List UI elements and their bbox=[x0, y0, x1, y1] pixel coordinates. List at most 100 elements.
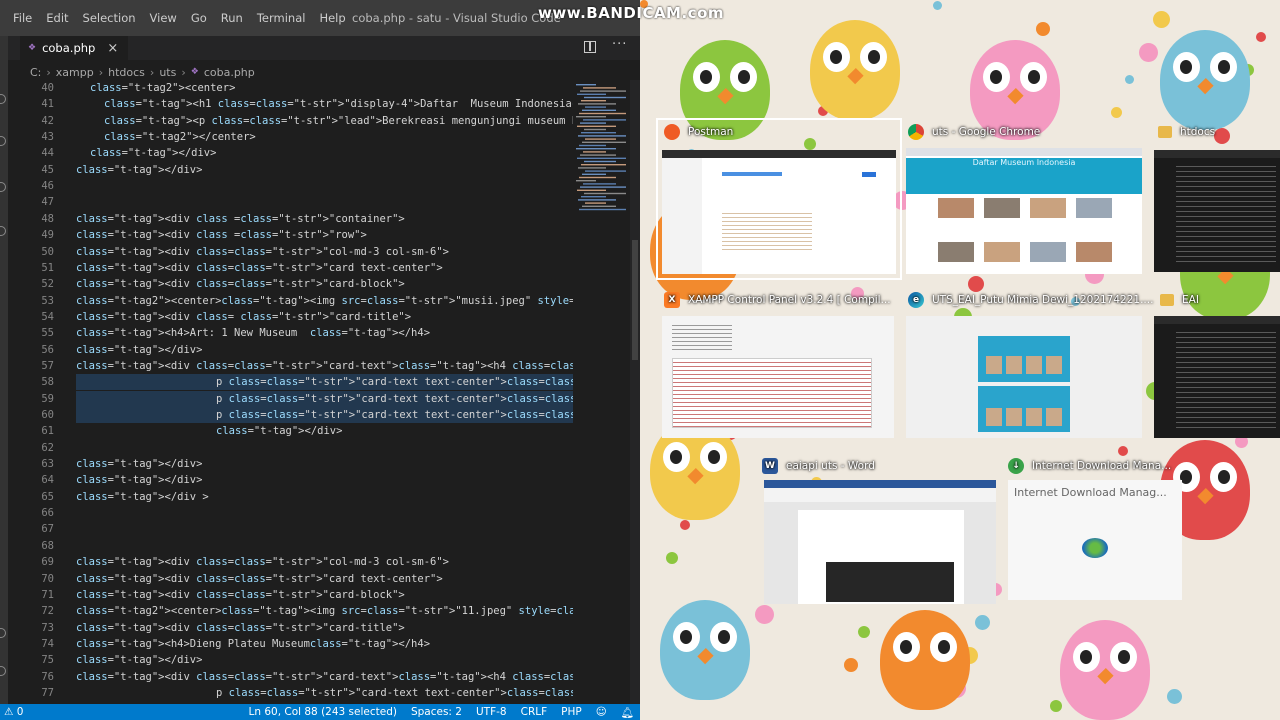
minimap-line bbox=[579, 112, 626, 115]
encoding-indicator[interactable]: UTF-8 bbox=[476, 706, 507, 718]
menu-edit[interactable]: Edit bbox=[39, 11, 75, 25]
window-htdocs[interactable]: htdocs bbox=[1152, 118, 1280, 280]
menu-selection[interactable]: Selection bbox=[76, 11, 143, 25]
code-editor[interactable]: 40 class="t-tag2"><center> 41 class="t-tag"… bbox=[8, 80, 573, 704]
code-line[interactable]: class="t-tag"><div class =class="t-str">… bbox=[76, 229, 367, 241]
idm-preview-title: Internet Download Manag... bbox=[1014, 486, 1167, 499]
minimap-line bbox=[578, 199, 616, 201]
code-line[interactable]: class="t-tag"></div > bbox=[76, 491, 209, 503]
run-icon[interactable] bbox=[0, 182, 6, 192]
more-actions-icon[interactable]: ··· bbox=[612, 37, 627, 52]
window-postman[interactable]: Postman bbox=[656, 118, 902, 280]
code-line[interactable]: class="t-tag"><h1 class=class="t-str">"d… bbox=[104, 98, 573, 110]
minimap[interactable] bbox=[574, 80, 630, 220]
window-idm[interactable]: ↓ Internet Download Mana... Internet Dow… bbox=[1006, 452, 1186, 608]
code-line[interactable]: class="t-tag"><div class=class="t-str">"… bbox=[76, 671, 573, 683]
code-line[interactable]: class="t-tag2"><center>class="t-tag"><im… bbox=[76, 295, 573, 307]
code-line[interactable]: class="t-tag"><h4>Art: 1 New Museum clas… bbox=[76, 327, 430, 339]
minimap-line bbox=[577, 189, 606, 191]
code-line[interactable]: class="t-tag"><h4>Dieng Plateu Museumcla… bbox=[76, 638, 430, 650]
breadcrumb-item[interactable]: uts bbox=[159, 66, 176, 79]
window-title-idm: Internet Download Mana... bbox=[1032, 460, 1172, 472]
language-mode[interactable]: PHP bbox=[561, 706, 582, 718]
code-line[interactable]: class="t-tag"><div class=class="t-str">"… bbox=[76, 573, 443, 585]
window-eai[interactable]: EAI bbox=[1152, 286, 1280, 442]
breadcrumb-item[interactable]: C: bbox=[30, 66, 41, 79]
breadcrumb-item[interactable]: coba.php bbox=[204, 66, 255, 79]
code-line[interactable]: class="t-tag"><p class=class="t-str">"le… bbox=[104, 115, 573, 127]
wallpaper-dot bbox=[844, 658, 858, 672]
eol-indicator[interactable]: CRLF bbox=[521, 706, 548, 718]
menu-run[interactable]: Run bbox=[214, 11, 250, 25]
code-line[interactable]: class="t-tag2"></center> bbox=[104, 131, 256, 143]
editor-scrollbar[interactable] bbox=[630, 80, 640, 704]
code-line[interactable]: class="t-tag"></div> bbox=[90, 147, 216, 159]
cursor-position[interactable]: Ln 60, Col 88 (243 selected) bbox=[248, 706, 396, 718]
menu-help[interactable]: Help bbox=[312, 11, 352, 25]
code-line[interactable]: class="t-tag"></div> bbox=[76, 164, 202, 176]
code-line[interactable]: class="t-tag"><div class=class="t-str">"… bbox=[76, 360, 573, 372]
gear-icon[interactable] bbox=[0, 666, 6, 676]
line-number: 71 bbox=[41, 588, 54, 601]
tab-coba-php[interactable]: ❖ coba.php × bbox=[20, 36, 128, 60]
code-line[interactable]: class="t-tag"></div> bbox=[76, 458, 202, 470]
menu-view[interactable]: View bbox=[143, 11, 184, 25]
code-line[interactable]: p class=class="t-str">"card-text text-ce… bbox=[216, 409, 573, 421]
museum-card bbox=[1028, 196, 1068, 236]
code-line[interactable]: class="t-tag"></div> bbox=[76, 474, 202, 486]
code-line[interactable]: class="t-tag2"><center>class="t-tag"><im… bbox=[76, 605, 573, 617]
chrome-preview-heading: Daftar Museum Indonesia bbox=[972, 158, 1076, 167]
line-number: 42 bbox=[41, 114, 54, 127]
minimap-line bbox=[583, 87, 616, 89]
code-line[interactable]: class="t-tag"></div> bbox=[76, 654, 202, 666]
code-line[interactable]: class="t-tag"></div> bbox=[216, 425, 342, 437]
code-line[interactable]: p class=class="t-str">"card-text text-ce… bbox=[216, 376, 573, 388]
close-tab-button[interactable]: × bbox=[107, 41, 118, 56]
word-thumbnail bbox=[764, 480, 996, 604]
window-chrome[interactable]: uts - Google Chrome Daftar Museum Indone… bbox=[902, 118, 1148, 280]
account-icon[interactable] bbox=[0, 628, 6, 638]
code-line[interactable]: class="t-tag"><div class= class="t-str">… bbox=[76, 311, 411, 323]
code-line[interactable]: class="t-tag"><div class=class="t-str">"… bbox=[76, 278, 405, 290]
breadcrumb-item[interactable]: htdocs bbox=[108, 66, 145, 79]
minimap-line bbox=[576, 84, 596, 86]
extensions-icon[interactable] bbox=[0, 226, 6, 236]
problems-indicator[interactable]: ⚠ 0 bbox=[4, 706, 23, 718]
split-editor-icon[interactable] bbox=[584, 41, 596, 53]
code-line[interactable]: class="t-tag"><div class=class="t-str">"… bbox=[76, 262, 443, 274]
notifications-icon[interactable]: 🔔︎ bbox=[621, 706, 634, 719]
search-icon[interactable] bbox=[0, 94, 6, 104]
line-number: 69 bbox=[41, 556, 54, 569]
breadcrumb-separator-icon: › bbox=[98, 65, 104, 79]
code-line[interactable]: class="t-tag"><div class =class="t-str">… bbox=[76, 213, 405, 225]
minimap-line bbox=[582, 141, 626, 143]
minimap-line bbox=[576, 148, 616, 150]
line-number: 43 bbox=[41, 131, 54, 144]
window-uts-eai[interactable]: e UTS_EAI_Putu Mimia Dewi_1202174221.... bbox=[902, 286, 1153, 442]
window-xampp[interactable]: X XAMPP Control Panel v3.2.4 [ Compil... bbox=[656, 286, 902, 442]
code-line[interactable]: class="t-tag"><div class=class="t-str">"… bbox=[76, 622, 405, 634]
code-line[interactable]: class="t-tag"><div class=class="t-str">"… bbox=[76, 589, 405, 601]
task-view: Postman uts - Google Chrome Daftar Museu… bbox=[640, 0, 1280, 720]
scrollbar-thumb[interactable] bbox=[632, 240, 638, 360]
code-line[interactable]: p class=class="t-str">"card-text text-ce… bbox=[216, 687, 573, 699]
feedback-icon[interactable]: ☺ bbox=[596, 706, 607, 718]
indentation-indicator[interactable]: Spaces: 2 bbox=[411, 706, 462, 718]
menu-file[interactable]: File bbox=[6, 11, 39, 25]
code-line[interactable]: class="t-tag"></div> bbox=[76, 344, 202, 356]
code-line[interactable]: p class=class="t-str">"card-text text-ce… bbox=[216, 393, 573, 405]
menu-terminal[interactable]: Terminal bbox=[250, 11, 313, 25]
code-line[interactable]: class="t-tag2"><center> bbox=[90, 82, 235, 94]
line-number: 52 bbox=[41, 278, 54, 291]
minimap-line bbox=[585, 106, 606, 108]
breadcrumb-separator-icon: › bbox=[46, 65, 51, 79]
wallpaper-dot bbox=[1153, 11, 1170, 28]
breadcrumb-item[interactable]: xampp bbox=[56, 66, 94, 79]
code-line[interactable]: class="t-tag"><div class=class="t-str">"… bbox=[76, 556, 449, 568]
window-word[interactable]: W eaiapi uts - Word bbox=[760, 452, 998, 608]
menu-go[interactable]: Go bbox=[184, 11, 214, 25]
source-control-icon[interactable] bbox=[0, 136, 6, 146]
owl-illustration bbox=[1060, 620, 1150, 720]
code-line[interactable]: class="t-tag"><div class=class="t-str">"… bbox=[76, 246, 449, 258]
line-number: 68 bbox=[41, 539, 54, 552]
